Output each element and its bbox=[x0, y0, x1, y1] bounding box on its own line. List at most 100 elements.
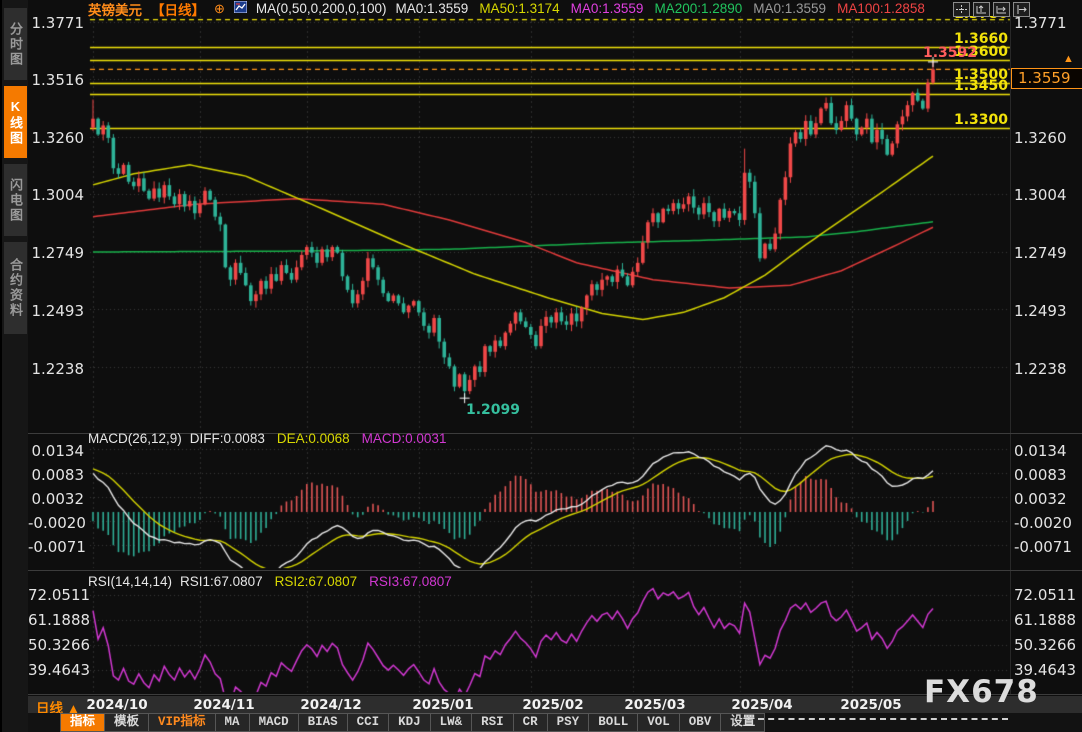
symbol-name: 英镑美元 bbox=[88, 0, 142, 19]
rsi3-value: RSI3:67.0807 bbox=[369, 574, 452, 589]
month-label: 2024/12 bbox=[300, 697, 361, 713]
macd-dea-value: DEA:0.0068 bbox=[277, 431, 350, 446]
period-tag: 【日线】 bbox=[151, 0, 205, 19]
brand-watermark: FX678 bbox=[924, 674, 1039, 710]
rsi-axis-left-label: 39.4643 bbox=[28, 661, 84, 679]
level-line-label: 1.3300 bbox=[916, 112, 1008, 128]
rsi-params: RSI(14,14,14) bbox=[88, 574, 172, 589]
macd-axis-left-label: -0.0071 bbox=[28, 538, 84, 556]
price-axis-left-label: 1.2749 bbox=[28, 244, 84, 262]
rsi-axis-right-label: 50.3266 bbox=[1014, 636, 1076, 654]
chart-type-icon[interactable] bbox=[234, 1, 247, 16]
rsi-axis-left-label: 50.3266 bbox=[28, 636, 84, 654]
price-axis-left-label: 1.3771 bbox=[28, 14, 84, 32]
swing-high-label: 1.3592 bbox=[920, 45, 977, 61]
macd-axis-left-label: -0.0020 bbox=[28, 514, 84, 532]
rsi2-value: RSI2:67.0807 bbox=[275, 574, 358, 589]
candlestick-chart-canvas[interactable] bbox=[0, 0, 1082, 732]
chart-type-sidebar: 分时图 K线图闪电图合约资料 bbox=[0, 0, 28, 732]
indicator-toolbar: 指标模板VIP指标MAMACDBIASCCIKDJLW&RSICRPSYBOLL… bbox=[0, 713, 1082, 732]
plot-right-border bbox=[1010, 14, 1011, 694]
toolbar-button-设置[interactable]: 设置 bbox=[721, 713, 765, 732]
toolbar-button-KDJ[interactable]: KDJ bbox=[389, 713, 431, 732]
axis-tick-dashes bbox=[758, 718, 1008, 720]
price-axis-right-label: 1.2749 bbox=[1014, 244, 1067, 262]
rsi-axis-left-label: 61.1888 bbox=[28, 611, 84, 629]
rsi-indicator-header: RSI(14,14,14) RSI1:67.0807 RSI2:67.0807 … bbox=[88, 574, 452, 589]
rsi-axis-right-label: 72.0511 bbox=[1014, 586, 1076, 604]
macd-indicator-header: MACD(26,12,9) DIFF:0.0083 DEA:0.0068 MAC… bbox=[88, 431, 446, 446]
sidebar-tab-4[interactable]: 合约资料 bbox=[4, 242, 27, 334]
month-label: 2025/04 bbox=[731, 697, 792, 713]
toolbar-button-BOLL[interactable]: BOLL bbox=[589, 713, 638, 732]
auto-scale-y-icon[interactable] bbox=[973, 2, 990, 17]
toolbar-button-BIAS[interactable]: BIAS bbox=[299, 713, 348, 732]
price-axis-right-label: 1.3260 bbox=[1014, 129, 1067, 147]
price-axis-left-label: 1.3516 bbox=[28, 71, 84, 89]
macd-axis-right-label: 0.0032 bbox=[1014, 490, 1067, 508]
ma-params: MA(0,50,0,200,0,100) bbox=[256, 1, 387, 16]
macd-axis-right-label: -0.0071 bbox=[1014, 538, 1072, 556]
swing-low-label: 1.2099 bbox=[466, 402, 520, 418]
chart-header: 英镑美元 【日线】 ⊕ MA(0,50,0,200,0,100) MA0:1.3… bbox=[88, 0, 925, 17]
toolbar-button-LW&[interactable]: LW& bbox=[431, 713, 473, 732]
toolbar-button-PSY[interactable]: PSY bbox=[548, 713, 590, 732]
toolbar-button-RSI[interactable]: RSI bbox=[472, 713, 514, 732]
toolbar-button-指标[interactable]: 指标 bbox=[60, 713, 105, 732]
go-to-latest-icon[interactable] bbox=[1013, 2, 1030, 17]
panel-separator-rsi bbox=[28, 570, 1082, 571]
macd-axis-right-label: 0.0134 bbox=[1014, 442, 1067, 460]
toolbar-button-OBV[interactable]: OBV bbox=[680, 713, 722, 732]
rsi1-value: RSI1:67.0807 bbox=[180, 574, 263, 589]
month-label: 2025/01 bbox=[412, 697, 473, 713]
ma-value-readout: MA0:1.3559 bbox=[396, 1, 469, 16]
price-axis-right-label: 1.2238 bbox=[1014, 360, 1067, 378]
price-axis-left-label: 1.3004 bbox=[28, 186, 84, 204]
ma-value-readout: MA0:1.3559 bbox=[571, 1, 644, 16]
toolbar-button-模板[interactable]: 模板 bbox=[105, 713, 149, 732]
toolbar-button-VIP指标[interactable]: VIP指标 bbox=[149, 713, 216, 732]
header-toolbar-icons bbox=[953, 2, 1030, 17]
price-axis-right-label: 1.2493 bbox=[1014, 302, 1067, 320]
macd-macd-value: MACD:0.0031 bbox=[362, 431, 447, 446]
toolbar-button-CCI[interactable]: CCI bbox=[348, 713, 390, 732]
month-label: 2024/11 bbox=[193, 697, 254, 713]
price-axis-right-label: 1.3004 bbox=[1014, 186, 1067, 204]
ma-value-readout: MA50:1.3174 bbox=[479, 1, 559, 16]
toolbar-button-MACD[interactable]: MACD bbox=[250, 713, 299, 732]
macd-diff-value: DIFF:0.0083 bbox=[190, 431, 265, 446]
month-label: 2025/02 bbox=[522, 697, 583, 713]
time-axis-strip: 日线 ▲ 2024/102024/112024/122025/012025/02… bbox=[0, 696, 1082, 713]
auto-scale-x-icon[interactable] bbox=[993, 2, 1010, 17]
expand-icon[interactable]: ⊕ bbox=[214, 1, 225, 17]
trading-app-window: 分时图 K线图闪电图合约资料 英镑美元 【日线】 ⊕ MA(0,50,0,200,… bbox=[0, 0, 1082, 732]
macd-axis-left-label: 0.0083 bbox=[28, 466, 84, 484]
ma-value-readout: MA100:1.2858 bbox=[837, 1, 925, 16]
current-price-box: 1.3559 bbox=[1011, 68, 1082, 89]
price-axis-left-label: 1.2238 bbox=[28, 360, 84, 378]
move-tool-icon[interactable] bbox=[953, 2, 970, 17]
toolbar-button-VOL[interactable]: VOL bbox=[638, 713, 680, 732]
sidebar-tab-2[interactable]: K线图 bbox=[4, 86, 27, 158]
ma-values: MA0:1.3559 MA50:1.3174 MA0:1.3559 MA200:1.2… bbox=[396, 1, 925, 16]
price-axis-left-label: 1.3260 bbox=[28, 129, 84, 147]
rsi-axis-right-label: 61.1888 bbox=[1014, 611, 1076, 629]
level-line-label: 1.3450 bbox=[916, 78, 1008, 94]
price-up-arrow-icon: ▲ bbox=[1063, 53, 1074, 65]
month-label: 2025/05 bbox=[840, 697, 901, 713]
macd-axis-left-label: 0.0134 bbox=[28, 442, 84, 460]
toolbar-button-MA[interactable]: MA bbox=[216, 713, 250, 732]
rsi-axis-left-label: 72.0511 bbox=[28, 586, 84, 604]
macd-params: MACD(26,12,9) bbox=[88, 431, 182, 446]
sidebar-tab-3[interactable]: 闪电图 bbox=[4, 164, 27, 236]
month-label: 2025/03 bbox=[624, 697, 685, 713]
ma-value-readout: MA0:1.3559 bbox=[753, 1, 826, 16]
price-axis-left-label: 1.2493 bbox=[28, 302, 84, 320]
macd-axis-right-label: 0.0083 bbox=[1014, 466, 1067, 484]
month-label: 2024/10 bbox=[86, 697, 147, 713]
toolbar-button-CR[interactable]: CR bbox=[514, 713, 548, 732]
macd-axis-right-label: -0.0020 bbox=[1014, 514, 1072, 532]
sidebar-tab-1[interactable]: 分时图 bbox=[4, 8, 27, 80]
macd-axis-left-label: 0.0032 bbox=[28, 490, 84, 508]
ma-value-readout: MA200:1.2890 bbox=[654, 1, 742, 16]
